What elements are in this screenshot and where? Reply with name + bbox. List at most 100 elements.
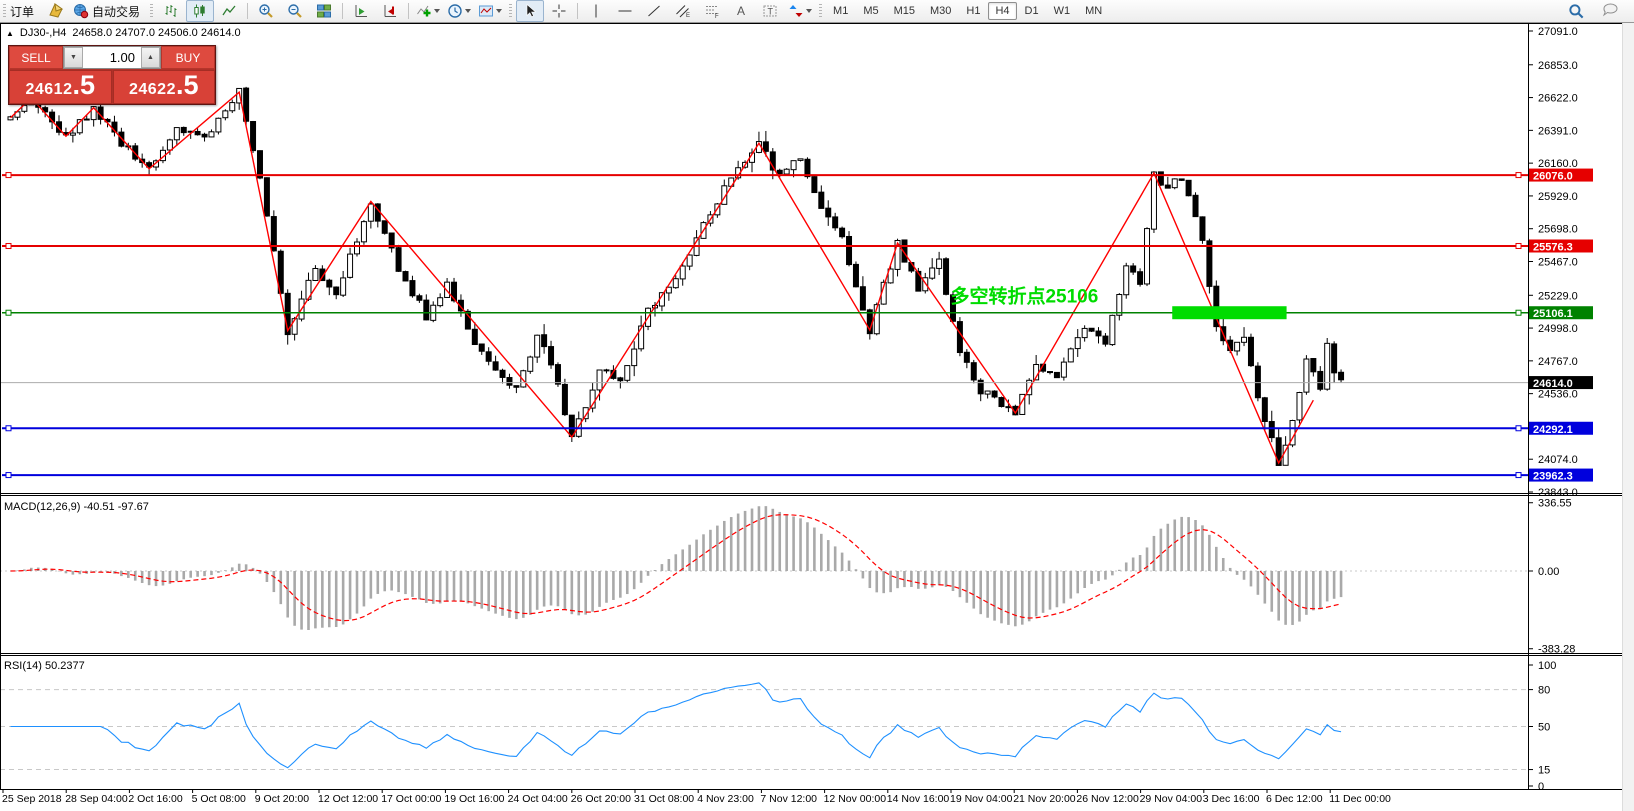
- templates-dropdown-arrow[interactable]: [496, 9, 502, 13]
- time-tick-label: 24 Oct 04:00: [508, 793, 568, 805]
- rsi-scale-label: 15: [1538, 765, 1550, 777]
- arrows-dropdown-arrow[interactable]: [806, 9, 812, 13]
- volume-increase-button[interactable]: ▲: [141, 47, 160, 68]
- arrows-tool-button[interactable]: [785, 0, 815, 22]
- rsi-scale-label: 80: [1538, 685, 1550, 697]
- search-icon: [1568, 3, 1585, 20]
- vertical-line-icon: [588, 3, 604, 19]
- timeframe-M5[interactable]: M5: [856, 2, 885, 20]
- horizontal-line-tool-button[interactable]: [611, 0, 639, 22]
- green-zone-rectangle[interactable]: [1172, 306, 1286, 319]
- timeframe-M1[interactable]: M1: [826, 2, 855, 20]
- turning-point-annotation[interactable]: 多空转折点25106: [950, 284, 1098, 307]
- price-marker-25576.3: 25576.3: [1529, 239, 1593, 253]
- toolbar-grip[interactable]: [819, 4, 822, 19]
- timeframe-MN[interactable]: MN: [1078, 2, 1109, 20]
- chart-shift-button[interactable]: [376, 0, 404, 22]
- bid-price-main: 24612: [25, 81, 72, 99]
- periods-dropdown-arrow[interactable]: [465, 9, 471, 13]
- volume-input[interactable]: 1.00: [83, 47, 141, 68]
- price-marker-23962.3: 23962.3: [1529, 469, 1593, 483]
- text-icon: A: [733, 3, 749, 19]
- rsi-scale-label: 0: [1538, 781, 1544, 793]
- crosshair-tool-button[interactable]: [545, 0, 573, 22]
- price-tick-label: 26622.0: [1538, 93, 1578, 105]
- time-tick-label: 28 Sep 04:00: [65, 793, 128, 805]
- macd-scale-label: 0.00: [1538, 566, 1559, 578]
- time-tick-label: 11 Dec 00:00: [1329, 793, 1391, 805]
- channel-icon: E: [675, 3, 691, 19]
- crosshair-icon: [551, 3, 567, 19]
- timeframe-W1[interactable]: W1: [1047, 2, 1078, 20]
- one-click-panel-toggle-icon[interactable]: ▲: [6, 29, 14, 38]
- time-tick-label: 25 Sep 2018: [2, 793, 62, 805]
- chat-bubble-icon: [1601, 3, 1619, 19]
- chart-header: ▲ DJ30-,H4 24658.0 24707.0 24506.0 24614…: [6, 27, 241, 39]
- trendline-icon: [646, 3, 662, 19]
- templates-icon: [478, 3, 494, 19]
- auto-scroll-button[interactable]: [347, 0, 375, 22]
- indicators-dropdown-arrow[interactable]: [434, 9, 440, 13]
- rsi-pane-label: RSI(14) 50.2377: [4, 660, 85, 672]
- bid-price-pips: .5: [72, 74, 95, 96]
- new-order-button[interactable]: 订单: [4, 0, 40, 22]
- zoom-out-icon: [287, 3, 303, 19]
- timeframe-H1[interactable]: H1: [959, 2, 987, 20]
- timeframe-M30[interactable]: M30: [923, 2, 958, 20]
- toolbar-grip[interactable]: [509, 4, 512, 19]
- autotrading-button[interactable]: 自动交易: [70, 0, 146, 22]
- buy-button[interactable]: BUY: [161, 46, 215, 69]
- bar-chart-icon: [163, 3, 179, 19]
- svg-text:F: F: [715, 14, 719, 19]
- time-tick-label: 19 Oct 16:00: [444, 793, 504, 805]
- timeframe-H4[interactable]: H4: [988, 2, 1016, 20]
- search-button[interactable]: [1562, 0, 1590, 22]
- bar-chart-mode-button[interactable]: [157, 0, 185, 22]
- zoom-out-button[interactable]: [281, 0, 309, 22]
- text-label-tool-button[interactable]: T: [756, 0, 784, 22]
- volume-decrease-button[interactable]: ▼: [64, 47, 83, 68]
- fibonacci-icon: F: [704, 3, 720, 19]
- chat-button[interactable]: [1596, 0, 1624, 22]
- time-tick-label: 12 Nov 00:00: [824, 793, 887, 805]
- toolbar-grip[interactable]: [150, 4, 153, 19]
- chart-ohlc-values: 24658.0 24707.0 24506.0 24614.0: [72, 27, 240, 39]
- line-chart-mode-button[interactable]: [215, 0, 243, 22]
- svg-text:25576.3: 25576.3: [1533, 241, 1573, 253]
- line-chart-icon: [221, 3, 237, 19]
- text-tool-button[interactable]: A: [727, 0, 755, 22]
- macd-pane-label: MACD(12,26,9) -40.51 -97.67: [4, 501, 149, 513]
- price-tick-label: 27091.0: [1538, 26, 1578, 38]
- fibonacci-tool-button[interactable]: F: [698, 0, 726, 22]
- periods-button[interactable]: [444, 0, 474, 22]
- time-tick-label: 29 Nov 04:00: [1140, 793, 1203, 805]
- timeframe-D1[interactable]: D1: [1018, 2, 1046, 20]
- svg-text:24614.0: 24614.0: [1533, 378, 1573, 390]
- timeframe-M15[interactable]: M15: [887, 2, 922, 20]
- chart-canvas[interactable]: 多空转折点2510627091.026853.026622.026391.026…: [0, 0, 1634, 811]
- sell-button[interactable]: SELL: [9, 46, 63, 69]
- zoom-in-icon: [258, 3, 274, 19]
- time-tick-label: 9 Oct 20:00: [255, 793, 309, 805]
- bid-price-button[interactable]: 24612 .5: [9, 70, 112, 104]
- cursor-tool-button[interactable]: [516, 0, 544, 22]
- equidistant-channel-tool-button[interactable]: E: [669, 0, 697, 22]
- price-tick-label: 24767.0: [1538, 356, 1578, 368]
- tile-windows-button[interactable]: [310, 0, 338, 22]
- chart-symbol-period: DJ30-,H4: [20, 27, 66, 39]
- price-marker-24614.0: 24614.0: [1529, 376, 1593, 390]
- candlestick-mode-button[interactable]: [186, 0, 214, 22]
- trendline-tool-button[interactable]: [640, 0, 668, 22]
- metaeditor-button[interactable]: [41, 0, 69, 22]
- vertical-line-tool-button[interactable]: [582, 0, 610, 22]
- ask-price-button[interactable]: 24622 .5: [113, 70, 216, 104]
- main-toolbar: 订单 自动交易: [0, 0, 1634, 23]
- price-tick-label: 24074.0: [1538, 454, 1578, 466]
- indicators-button[interactable]: [413, 0, 443, 22]
- zoom-in-button[interactable]: [252, 0, 280, 22]
- templates-button[interactable]: [475, 0, 505, 22]
- time-tick-label: 31 Oct 08:00: [634, 793, 694, 805]
- new-order-label: 订单: [7, 3, 37, 20]
- clock-icon: [447, 3, 463, 19]
- price-tick-label: 25929.0: [1538, 191, 1578, 203]
